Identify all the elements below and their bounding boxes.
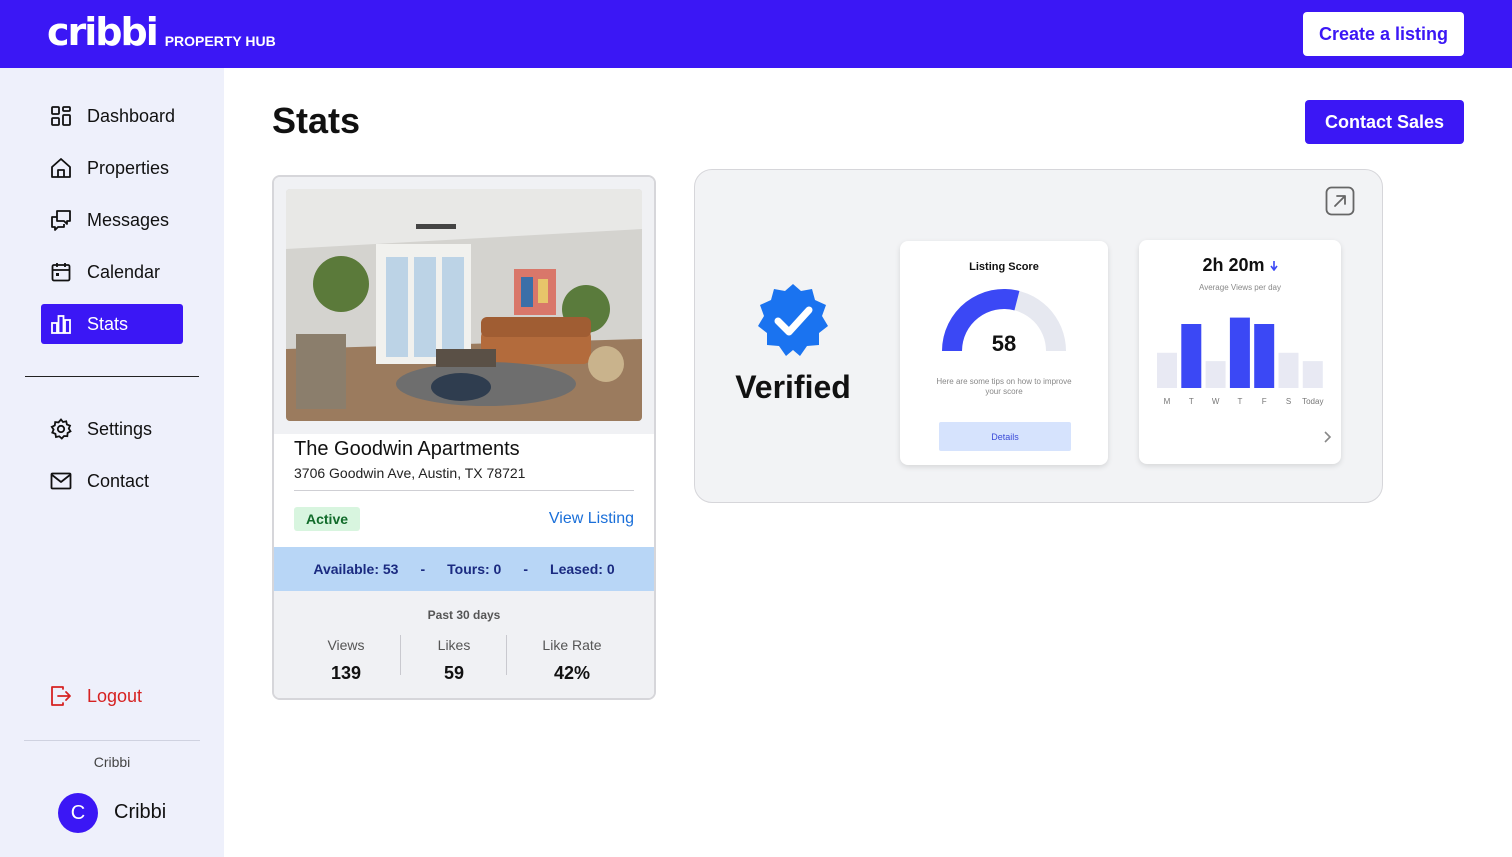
metric-divider	[400, 635, 401, 675]
views-label: Views	[327, 637, 365, 653]
sidebar-item-dashboard[interactable]: Dashboard	[41, 96, 183, 136]
property-photo[interactable]	[286, 189, 642, 421]
sidebar-item-messages[interactable]: Messages	[41, 200, 183, 240]
details-button: Details	[939, 422, 1071, 451]
day-label: T	[1237, 397, 1242, 406]
average-views-card: 2h 20m Average Views per day M T W T F S Today	[1139, 240, 1341, 464]
top-bar: cribbi PROPERTY HUB Create a listing	[0, 0, 1512, 68]
property-address: 3706 Goodwin Ave, Austin, TX 78721	[294, 465, 526, 481]
sidebar-item-label: Contact	[87, 470, 150, 491]
sidebar-item-contact[interactable]: Contact	[41, 461, 183, 501]
score-gauge: 58	[942, 289, 1066, 356]
mail-icon	[49, 469, 73, 493]
views-time: 2h 20m	[1202, 255, 1265, 275]
likes-value: 59	[443, 663, 465, 683]
available-count: Available: 53	[313, 561, 399, 577]
logo-subtitle: PROPERTY HUB	[164, 33, 276, 49]
day-bar	[1229, 317, 1250, 388]
calendar-icon	[49, 260, 73, 284]
avatar[interactable]: C	[58, 793, 98, 833]
card-divider	[294, 490, 634, 491]
day-bar	[1205, 361, 1226, 388]
day-label: M	[1164, 397, 1171, 406]
views-subtitle: Average Views per day	[1199, 283, 1281, 292]
sidebar-item-properties[interactable]: Properties	[41, 148, 183, 188]
day-label: T	[1189, 397, 1194, 406]
day-bar	[1278, 352, 1299, 388]
listing-score-card: Listing Score 58 Here are some tips on h…	[900, 241, 1108, 465]
views-time-row: 2h 20m	[1139, 255, 1341, 276]
separator: -	[523, 561, 529, 577]
gear-icon	[49, 417, 73, 441]
sidebar: Dashboard Properties Messages Calendar S…	[0, 68, 224, 857]
user-name: Cribbi	[114, 801, 167, 823]
property-name: The Goodwin Apartments	[294, 438, 520, 460]
like-rate-value: 42%	[553, 663, 591, 683]
verified-label: Verified	[735, 369, 851, 405]
view-listing-link[interactable]: View Listing	[549, 510, 634, 528]
day-label: W	[1212, 397, 1220, 406]
period-label: Past 30 days	[427, 608, 501, 622]
sidebar-item-label: Messages	[87, 209, 170, 230]
likes-metric: Likes 59	[424, 637, 484, 684]
footer-divider	[24, 740, 200, 741]
sidebar-item-calendar[interactable]: Calendar	[41, 252, 183, 292]
leased-count: Leased: 0	[550, 561, 615, 577]
logout-icon	[49, 684, 73, 708]
sidebar-item-stats[interactable]: Stats	[41, 304, 183, 344]
property-card: The Goodwin Apartments 3706 Goodwin Ave,…	[272, 175, 656, 700]
unit-counts-bar: Available: 53 - Tours: 0 - Leased: 0	[274, 547, 654, 591]
sidebar-item-label: Properties	[87, 157, 170, 178]
views-value: 139	[330, 663, 362, 683]
sidebar-divider	[25, 376, 199, 377]
logout-label: Logout	[87, 685, 143, 706]
day-label: F	[1262, 397, 1267, 406]
expand-arrow-icon[interactable]	[1325, 186, 1355, 216]
sidebar-item-label: Settings	[87, 418, 153, 439]
stats-icon	[49, 312, 73, 336]
verified-promo-card: Verified Listing Score 58 Here are some …	[694, 169, 1383, 503]
score-tip: Here are some tips on how to improve you…	[936, 377, 1072, 396]
day-bar	[1254, 324, 1275, 388]
day-label: S	[1286, 397, 1291, 406]
likes-label: Likes	[437, 637, 471, 653]
logo[interactable]: cribbi PROPERTY HUB	[47, 10, 276, 54]
day-bar	[1181, 324, 1202, 388]
day-label: Today	[1302, 397, 1323, 406]
engagement-stats: Past 30 days Views 139 Likes 59 Like Rat…	[274, 591, 654, 698]
verified-badge-icon	[755, 282, 831, 358]
arrow-down-icon	[1269, 261, 1278, 272]
sidebar-item-label: Calendar	[87, 261, 161, 282]
chevron-right-icon	[1324, 431, 1332, 443]
dashboard-icon	[49, 104, 73, 128]
logout-button[interactable]: Logout	[41, 676, 183, 716]
sidebar-item-label: Stats	[87, 313, 129, 334]
logo-wordmark: cribbi	[47, 10, 159, 54]
messages-icon	[49, 208, 73, 232]
photo-frame	[274, 177, 654, 434]
listing-score-title: Listing Score	[969, 261, 1039, 273]
views-bar-chart: M T W T F S Today	[1157, 317, 1323, 406]
sidebar-item-settings[interactable]: Settings	[41, 409, 183, 449]
like-rate-metric: Like Rate 42%	[532, 637, 612, 684]
status-badge: Active	[294, 507, 361, 531]
views-metric: Views 139	[316, 637, 376, 684]
like-rate-label: Like Rate	[542, 637, 602, 653]
create-listing-button[interactable]: Create a listing	[1303, 12, 1464, 56]
score-value: 58	[992, 331, 1016, 356]
sidebar-item-label: Dashboard	[87, 105, 176, 126]
page-title: Stats	[272, 100, 361, 141]
organization-name: Cribbi	[93, 754, 131, 770]
day-bar	[1157, 352, 1177, 388]
day-bar	[1302, 361, 1323, 388]
metric-divider	[506, 635, 507, 675]
tours-count: Tours: 0	[447, 561, 502, 577]
home-icon	[49, 156, 73, 180]
contact-sales-button[interactable]: Contact Sales	[1305, 100, 1464, 144]
separator: -	[420, 561, 426, 577]
